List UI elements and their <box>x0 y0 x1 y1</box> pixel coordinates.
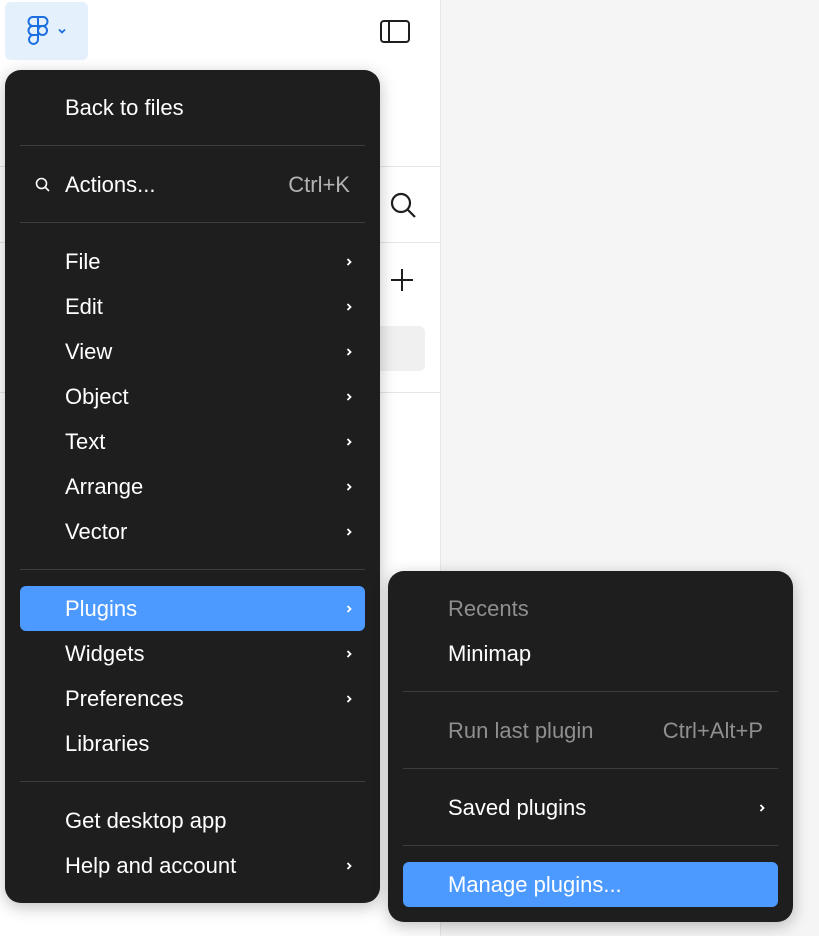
chevron-right-icon <box>759 803 765 812</box>
menu-item-view[interactable]: View <box>20 329 365 374</box>
menu-item-label: Object <box>65 383 129 409</box>
menu-item-label: Get desktop app <box>65 807 227 833</box>
menu-item-text[interactable]: Text <box>20 419 365 464</box>
menu-item-edit[interactable]: Edit <box>20 284 365 329</box>
menu-item-preferences[interactable]: Preferences <box>20 676 365 721</box>
menu-item-label: Vector <box>65 518 128 544</box>
chevron-right-icon <box>346 482 352 491</box>
chevron-right-icon <box>346 347 352 356</box>
menu-item-label: Plugins <box>65 595 138 621</box>
menu-separator <box>403 845 778 846</box>
section-label: Recents <box>448 595 529 621</box>
actions-item[interactable]: Actions... Ctrl+K <box>20 162 365 207</box>
plus-icon[interactable] <box>387 265 417 295</box>
menu-item-label: Minimap <box>448 640 532 666</box>
menu-item-label: Back to files <box>65 94 184 120</box>
search-icon <box>35 177 50 192</box>
menu-item-manage-plugins[interactable]: Manage plugins... <box>403 862 778 907</box>
run-last-plugin: Run last plugin Ctrl+Alt+P <box>403 708 778 753</box>
menu-separator <box>20 781 365 782</box>
menu-separator <box>403 768 778 769</box>
chevron-right-icon <box>346 604 352 613</box>
chevron-down-icon <box>57 28 66 34</box>
menu-item-label: Manage plugins... <box>448 871 622 897</box>
chevron-right-icon <box>346 694 352 703</box>
recents-header: Recents <box>403 586 778 631</box>
sidebar-toggle-icon[interactable] <box>378 17 412 45</box>
chevron-right-icon <box>346 302 352 311</box>
main-menu-button[interactable] <box>5 2 88 60</box>
shortcut-label: Ctrl+Alt+P <box>662 717 763 743</box>
plugins-submenu: Recents Minimap Run last plugin Ctrl+Alt… <box>388 571 793 922</box>
search-icon[interactable] <box>386 188 420 222</box>
menu-item-object[interactable]: Object <box>20 374 365 419</box>
figma-logo-icon <box>27 16 48 45</box>
menu-separator <box>20 145 365 146</box>
menu-item-file[interactable]: File <box>20 239 365 284</box>
chevron-right-icon <box>346 437 352 446</box>
menu-item-label: Help and account <box>65 852 237 878</box>
menu-item-label: Run last plugin <box>448 717 594 743</box>
back-to-files[interactable]: Back to files <box>20 85 365 130</box>
chevron-right-icon <box>346 257 352 266</box>
menu-item-label: Actions... <box>65 171 156 197</box>
menu-separator <box>403 691 778 692</box>
menu-item-saved-plugins[interactable]: Saved plugins <box>403 785 778 830</box>
figma-editor: Back to files Actions... Ctrl+K File Edi… <box>0 0 819 936</box>
menu-item-plugins[interactable]: Plugins <box>20 586 365 631</box>
chevron-right-icon <box>346 861 352 870</box>
menu-item-vector[interactable]: Vector <box>20 509 365 554</box>
menu-item-label: Saved plugins <box>448 794 587 820</box>
menu-item-label: Libraries <box>65 730 150 756</box>
menu-item-label: Preferences <box>65 685 184 711</box>
menu-item-label: Widgets <box>65 640 145 666</box>
recent-plugin-minimap[interactable]: Minimap <box>403 631 778 676</box>
menu-item-label: File <box>65 248 101 274</box>
menu-item-label: Text <box>65 428 106 454</box>
chevron-right-icon <box>346 527 352 536</box>
menu-item-label: Arrange <box>65 473 144 499</box>
menu-item-get-desktop-app[interactable]: Get desktop app <box>20 798 365 843</box>
menu-item-libraries[interactable]: Libraries <box>20 721 365 766</box>
chevron-right-icon <box>346 392 352 401</box>
menu-item-label: Edit <box>65 293 103 319</box>
shortcut-label: Ctrl+K <box>288 171 350 197</box>
chevron-right-icon <box>346 649 352 658</box>
main-menu: Back to files Actions... Ctrl+K File Edi… <box>5 70 380 903</box>
menu-item-label: View <box>65 338 113 364</box>
menu-item-help-and-account[interactable]: Help and account <box>20 843 365 888</box>
menu-item-widgets[interactable]: Widgets <box>20 631 365 676</box>
menu-item-arrange[interactable]: Arrange <box>20 464 365 509</box>
menu-separator <box>20 222 365 223</box>
menu-separator <box>20 569 365 570</box>
